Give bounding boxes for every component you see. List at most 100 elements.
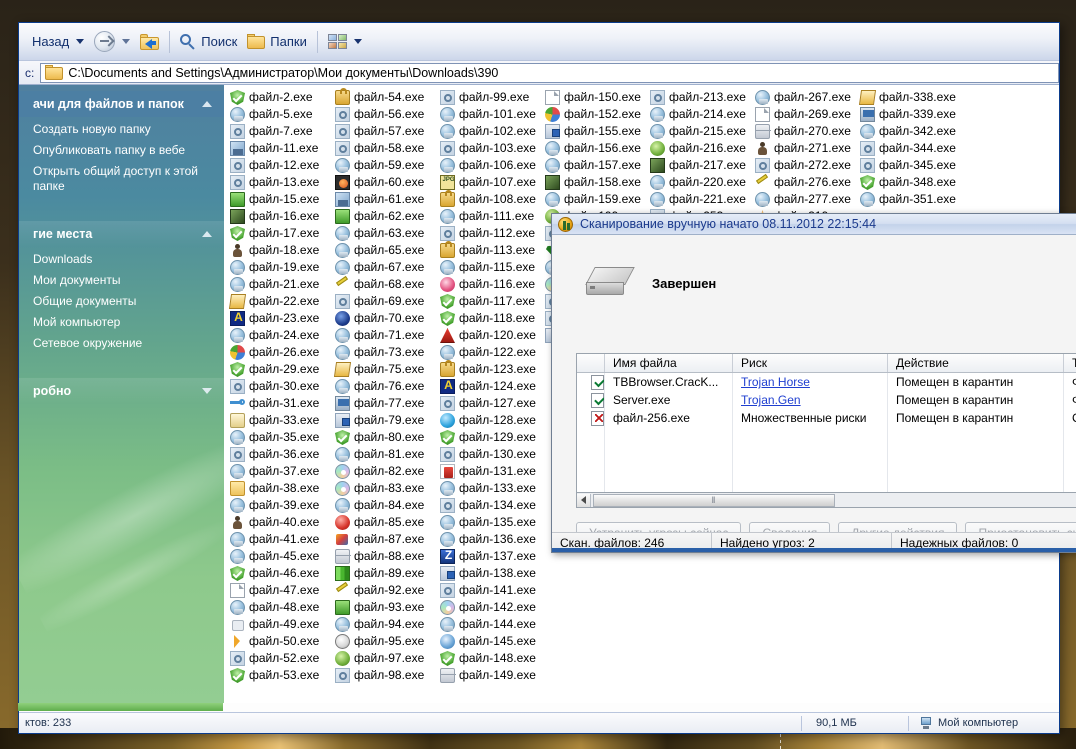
task-link-publish-folder[interactable]: Опубликовать папку в вебе: [19, 140, 224, 161]
file-item[interactable]: файл-63.exe: [331, 225, 436, 242]
file-item[interactable]: файл-73.exe: [331, 344, 436, 361]
file-item[interactable]: файл-348.exe: [856, 174, 961, 191]
file-item[interactable]: файл-84.exe: [331, 497, 436, 514]
file-item[interactable]: файл-214.exe: [646, 106, 751, 123]
file-item[interactable]: файл-108.exe: [436, 190, 541, 208]
file-item[interactable]: файл-137.exe: [436, 548, 541, 565]
place-link-my-computer[interactable]: Мой компьютер: [19, 312, 224, 333]
threat-row[interactable]: TBBrowser.CracK... Trojan Horse Помещен в …: [577, 373, 1076, 391]
file-item[interactable]: файл-12.exe: [226, 157, 331, 174]
task-section-header-details[interactable]: робно: [19, 378, 224, 404]
file-item[interactable]: файл-29.exe: [226, 361, 331, 378]
file-item[interactable]: файл-272.exe: [751, 157, 856, 174]
file-item[interactable]: файл-107.exe: [436, 174, 541, 191]
file-item[interactable]: файл-159.exe: [541, 191, 646, 208]
chevron-down-icon[interactable]: [353, 39, 362, 44]
file-item[interactable]: файл-148.exe: [436, 650, 541, 667]
task-link-new-folder[interactable]: Создать новую папку: [19, 119, 224, 140]
task-section-header-places[interactable]: гие места: [19, 221, 224, 247]
file-item[interactable]: файл-33.exe: [226, 412, 331, 429]
file-item[interactable]: файл-16.exe: [226, 208, 331, 225]
file-item[interactable]: файл-54.exe: [331, 88, 436, 106]
file-item[interactable]: файл-35.exe: [226, 429, 331, 446]
place-link-shared-documents[interactable]: Общие документы: [19, 291, 224, 312]
column-header-filename[interactable]: Имя файла: [605, 354, 733, 372]
scroll-left-button[interactable]: [577, 493, 591, 507]
threat-risk-link[interactable]: Trojan.Gen: [741, 393, 801, 407]
column-header-icon[interactable]: [577, 354, 605, 372]
place-link-downloads[interactable]: Downloads: [19, 249, 224, 270]
file-item[interactable]: файл-131.exe: [436, 463, 541, 480]
file-item[interactable]: файл-62.exe: [331, 208, 436, 225]
file-item[interactable]: файл-101.exe: [436, 106, 541, 123]
file-item[interactable]: файл-59.exe: [331, 157, 436, 174]
file-item[interactable]: файл-98.exe: [331, 667, 436, 684]
file-item[interactable]: файл-127.exe: [436, 395, 541, 412]
file-item[interactable]: файл-142.exe: [436, 599, 541, 616]
file-item[interactable]: файл-93.exe: [331, 599, 436, 616]
file-item[interactable]: файл-89.exe: [331, 565, 436, 582]
back-button[interactable]: Назад: [27, 27, 89, 57]
file-item[interactable]: файл-118.exe: [436, 310, 541, 327]
file-item[interactable]: файл-106.exe: [436, 157, 541, 174]
chevron-down-icon[interactable]: [76, 39, 85, 44]
file-item[interactable]: файл-122.exe: [436, 344, 541, 361]
column-header-risk[interactable]: Риск: [733, 354, 888, 372]
file-item[interactable]: файл-21.exe: [226, 276, 331, 293]
file-item[interactable]: файл-24.exe: [226, 327, 331, 344]
file-item[interactable]: файл-342.exe: [856, 123, 961, 140]
column-header-type[interactable]: Ти: [1064, 354, 1076, 372]
file-item[interactable]: файл-41.exe: [226, 531, 331, 548]
file-item[interactable]: файл-87.exe: [331, 531, 436, 548]
file-item[interactable]: файл-102.exe: [436, 123, 541, 140]
file-item[interactable]: файл-136.exe: [436, 531, 541, 548]
up-button[interactable]: [135, 27, 164, 57]
file-item[interactable]: файл-129.exe: [436, 429, 541, 446]
file-item[interactable]: файл-37.exe: [226, 463, 331, 480]
chevron-down-icon[interactable]: [202, 388, 212, 394]
file-item[interactable]: файл-58.exe: [331, 140, 436, 157]
file-item[interactable]: файл-85.exe: [331, 514, 436, 531]
file-item[interactable]: файл-351.exe: [856, 191, 961, 208]
threats-horizontal-scrollbar[interactable]: ‖: [576, 493, 1076, 508]
file-item[interactable]: файл-145.exe: [436, 633, 541, 650]
file-item[interactable]: файл-276.exe: [751, 174, 856, 191]
file-item[interactable]: файл-277.exe: [751, 191, 856, 208]
threat-risk-link[interactable]: Trojan Horse: [741, 375, 810, 389]
file-item[interactable]: файл-61.exe: [331, 191, 436, 208]
file-item[interactable]: файл-40.exe: [226, 514, 331, 531]
scrollbar-thumb[interactable]: ‖: [593, 493, 835, 507]
file-item[interactable]: файл-52.exe: [226, 650, 331, 667]
chevron-up-icon[interactable]: [202, 231, 212, 237]
file-item[interactable]: файл-18.exe: [226, 242, 331, 259]
antivirus-title-bar[interactable]: Сканирование вручную начато 08.11.2012 2…: [552, 214, 1076, 235]
file-item[interactable]: файл-13.exe: [226, 174, 331, 191]
file-item[interactable]: файл-65.exe: [331, 242, 436, 259]
file-item[interactable]: файл-269.exe: [751, 106, 856, 123]
file-item[interactable]: файл-30.exe: [226, 378, 331, 395]
file-item[interactable]: файл-60.exe: [331, 174, 436, 191]
search-button[interactable]: Поиск: [175, 27, 242, 57]
file-item[interactable]: файл-71.exe: [331, 327, 436, 344]
file-item[interactable]: файл-99.exe: [436, 89, 541, 106]
file-item[interactable]: файл-152.exe: [541, 106, 646, 123]
file-item[interactable]: файл-69.exe: [331, 293, 436, 310]
file-item[interactable]: файл-116.exe: [436, 276, 541, 293]
file-item[interactable]: файл-75.exe: [331, 361, 436, 378]
forward-button[interactable]: [89, 27, 135, 57]
file-item[interactable]: файл-88.exe: [331, 548, 436, 565]
file-item[interactable]: файл-120.exe: [436, 327, 541, 344]
file-item[interactable]: файл-39.exe: [226, 497, 331, 514]
folders-button[interactable]: Папки: [242, 27, 312, 57]
file-item[interactable]: файл-68.exe: [331, 276, 436, 293]
threats-table[interactable]: Имя файла Риск Действие Ти TBBrowser.Cra…: [576, 353, 1076, 493]
file-item[interactable]: файл-48.exe: [226, 599, 331, 616]
file-item[interactable]: файл-158.exe: [541, 174, 646, 191]
file-item[interactable]: файл-133.exe: [436, 480, 541, 497]
file-item[interactable]: файл-77.exe: [331, 395, 436, 412]
file-item[interactable]: файл-141.exe: [436, 582, 541, 599]
file-item[interactable]: файл-23.exe: [226, 310, 331, 327]
file-item[interactable]: файл-345.exe: [856, 157, 961, 174]
file-item[interactable]: файл-36.exe: [226, 446, 331, 463]
file-item[interactable]: файл-149.exe: [436, 667, 541, 684]
